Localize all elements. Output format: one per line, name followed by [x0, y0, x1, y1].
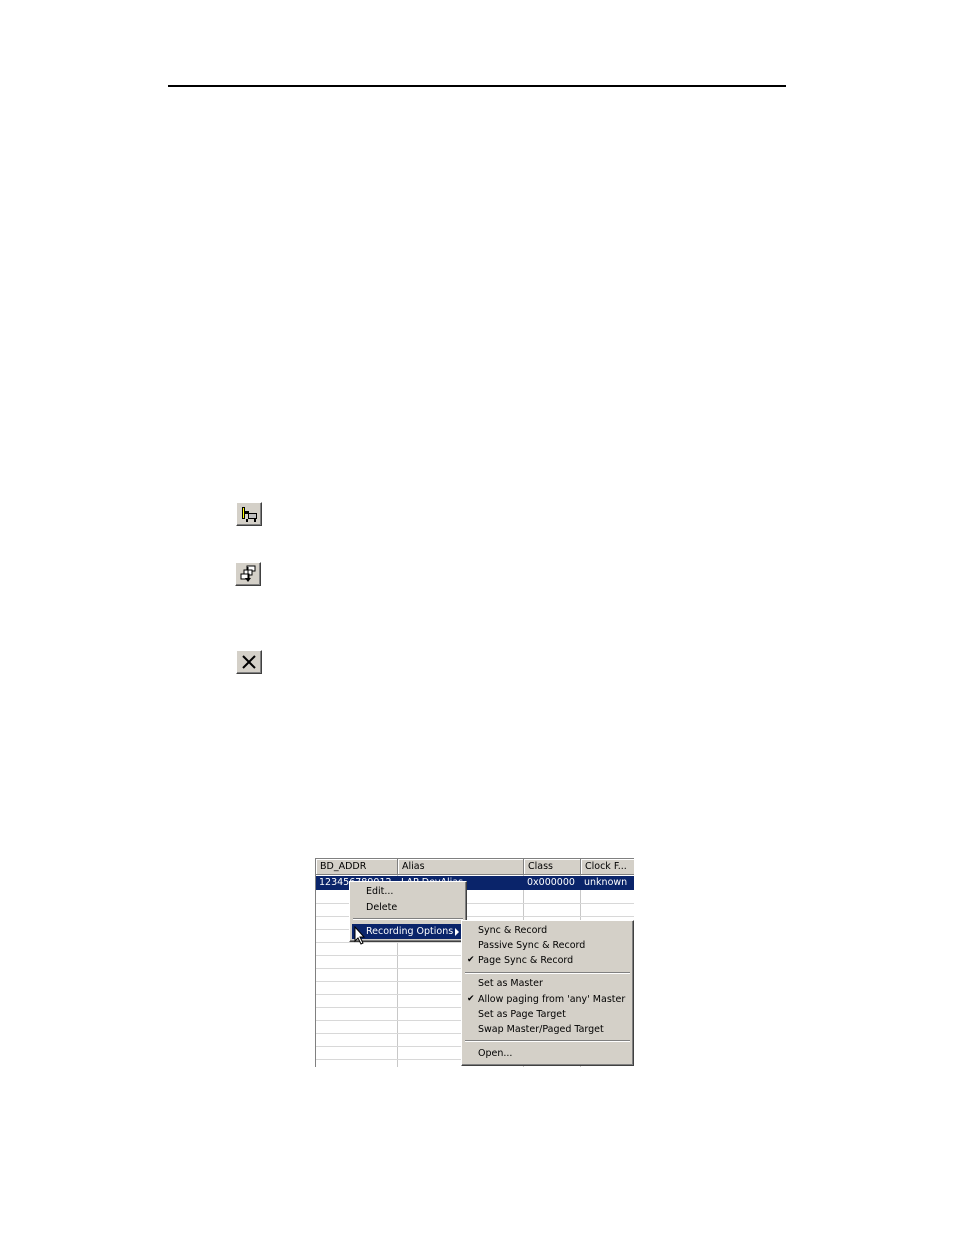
menu-item-label: Set as Page Target — [478, 1009, 566, 1020]
menu-item-set-as-page-target[interactable]: Set as Page Target — [464, 1007, 631, 1022]
menu-item-open[interactable]: Open... — [464, 1046, 631, 1061]
menu-item-label: Sync & Record — [478, 925, 548, 936]
context-menu: Edit... Delete Recording Options — [349, 881, 467, 942]
menu-item-label: Open... — [478, 1048, 513, 1059]
menu-item-page-sync-record[interactable]: ✔ Page Sync & Record — [464, 953, 631, 968]
menu-separator — [465, 1040, 630, 1042]
stack-icon — [240, 565, 256, 582]
column-header-alias[interactable]: Alias — [398, 859, 524, 875]
menu-item-sync-record[interactable]: Sync & Record — [464, 923, 631, 938]
connect-icon — [242, 507, 257, 522]
connect-button[interactable] — [236, 502, 262, 526]
cell-clock: unknown — [584, 877, 628, 888]
close-button[interactable] — [236, 650, 262, 674]
check-icon: ✔ — [467, 955, 475, 965]
close-icon — [242, 655, 256, 669]
menu-item-swap-master-paged-target[interactable]: Swap Master/Paged Target — [464, 1022, 631, 1037]
menu-item-passive-sync-record[interactable]: Passive Sync & Record — [464, 938, 631, 953]
mouse-cursor-icon — [354, 926, 366, 945]
menu-item-label: Swap Master/Paged Target — [478, 1024, 604, 1035]
menu-item-label: Passive Sync & Record — [478, 940, 586, 951]
submenu-arrow-icon — [455, 928, 459, 936]
menu-item-label: Recording Options — [366, 926, 454, 937]
column-header-clock[interactable]: Clock F... — [581, 859, 634, 875]
check-icon: ✔ — [467, 994, 475, 1004]
stack-button[interactable] — [235, 562, 261, 586]
menu-item-recording-options[interactable]: Recording Options — [352, 924, 464, 939]
menu-separator — [465, 972, 630, 974]
column-header-bd-addr[interactable]: BD_ADDR — [316, 859, 398, 875]
header-rule — [168, 85, 786, 87]
menu-item-set-as-master[interactable]: Set as Master — [464, 976, 631, 991]
menu-item-label: Allow paging from 'any' Master — [478, 994, 626, 1005]
cell-class: 0x000000 — [527, 877, 575, 888]
menu-item-label: Set as Master — [478, 978, 543, 989]
recording-options-submenu: Sync & Record Passive Sync & Record ✔ Pa… — [461, 920, 634, 1066]
menu-separator — [353, 918, 463, 920]
column-header-class[interactable]: Class — [524, 859, 581, 875]
menu-item-delete[interactable]: Delete — [352, 900, 464, 915]
device-list-header: BD_ADDR Alias Class Clock F... — [316, 859, 634, 875]
menu-item-label: Page Sync & Record — [478, 955, 574, 966]
menu-item-allow-paging[interactable]: ✔ Allow paging from 'any' Master — [464, 992, 631, 1007]
menu-item-edit[interactable]: Edit... — [352, 884, 464, 899]
